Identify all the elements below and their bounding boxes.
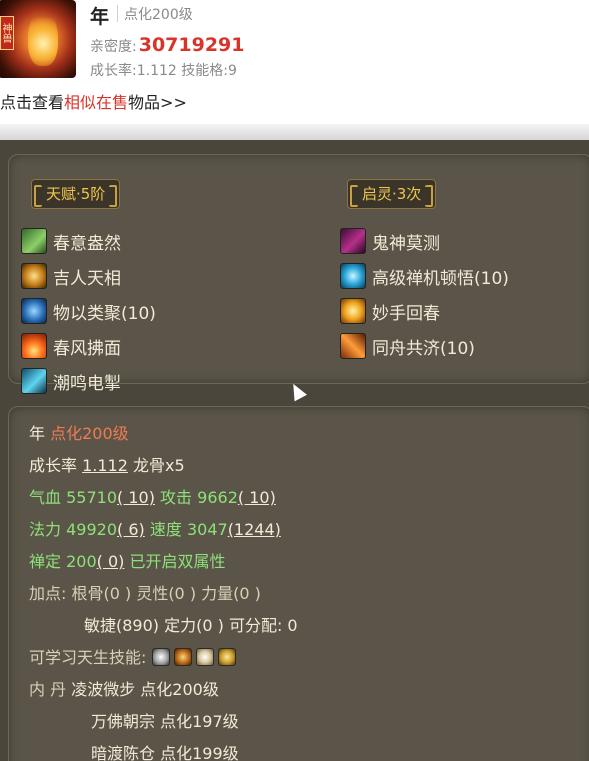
listing-header: 神兽 年 点化200级 亲密度: 30719291 成长率:1.112 技能格:9… bbox=[0, 0, 589, 140]
shared-boat-icon bbox=[340, 333, 366, 359]
growth-label: 成长率 bbox=[29, 456, 78, 475]
chan-value: 200 bbox=[66, 552, 97, 571]
awaken-skill-label: 鬼神莫测 bbox=[372, 233, 440, 254]
mp-value: 49920 bbox=[66, 520, 118, 539]
talent-skill[interactable]: 物以类聚(10) bbox=[21, 297, 156, 325]
talent-skill[interactable]: 吉人天相 bbox=[21, 262, 121, 290]
hp-bonus: ( 10) bbox=[117, 488, 155, 507]
points-row-1: 加点: 根骨(0 ) 灵性(0 ) 力量(0 ) bbox=[29, 584, 261, 603]
hp-atk-row: 气血 55710( 10) 攻击 9662( 10) bbox=[29, 485, 276, 511]
neidan-item: 万佛朝宗 点化197级 bbox=[91, 712, 239, 731]
golden-luck-icon bbox=[21, 263, 47, 289]
section-divider bbox=[0, 124, 589, 140]
talent-skill-label: 物以类聚(10) bbox=[53, 303, 156, 324]
tide-lightning-icon bbox=[21, 368, 47, 394]
chan-bonus: ( 0) bbox=[96, 552, 125, 571]
intimacy-row: 亲密度: 30719291 bbox=[90, 34, 244, 56]
innate-skills-label: 可学习天生技能: bbox=[29, 648, 147, 667]
spring-green-icon bbox=[21, 228, 47, 254]
healing-hand-icon bbox=[340, 298, 366, 324]
spd-label: 速度 bbox=[149, 520, 182, 539]
pet-detail-panel: 天赋·5阶 启灵·3次 春意盎然 吉人天相 物以类聚(10) 春风拂面 潮鸣电掣… bbox=[0, 140, 589, 761]
white-cloud-icon[interactable] bbox=[195, 648, 214, 666]
talent-skill[interactable]: 春意盎然 bbox=[21, 227, 121, 255]
atk-bonus: ( 10) bbox=[237, 488, 276, 507]
chan-label: 禅定 bbox=[29, 552, 62, 571]
stats-box: 年 点化200级 成长率 1.112 龙骨x5 气血 55710( 10) 攻击… bbox=[8, 406, 589, 761]
hp-label: 气血 bbox=[29, 488, 62, 507]
talent-tag: 天赋·5阶 bbox=[31, 179, 121, 209]
talent-box: 天赋·5阶 启灵·3次 春意盎然 吉人天相 物以类聚(10) 春风拂面 潮鸣电掣… bbox=[8, 154, 589, 394]
mp-spd-row: 法力 49920( 6) 速度 3047(1244) bbox=[29, 517, 281, 543]
neidan-item: 暗渡陈仓 点化199级 bbox=[91, 744, 239, 761]
dual-attribute-status: 已开启双属性 bbox=[129, 552, 226, 571]
silver-crest-icon[interactable] bbox=[151, 648, 170, 666]
neidan-item: 凌波微步 点化200级 bbox=[71, 680, 219, 699]
pet-avatar[interactable]: 神兽 bbox=[0, 0, 76, 78]
spd-value: 3047 bbox=[186, 520, 228, 539]
pet-name: 年 bbox=[90, 6, 110, 28]
innate-skills-row: 可学习天生技能: bbox=[29, 645, 240, 671]
intimacy-value: 30719291 bbox=[138, 34, 245, 56]
stats-pet-name: 年 bbox=[29, 424, 46, 443]
similar-prefix: 点击查看 bbox=[0, 93, 65, 112]
growth-value: 1.112 bbox=[82, 456, 128, 475]
pet-level: 点化200级 bbox=[124, 7, 193, 23]
awaken-skill-label: 同舟共济(10) bbox=[372, 338, 475, 359]
golden-statue-icon[interactable] bbox=[217, 648, 236, 666]
spd-bonus: (1244) bbox=[227, 520, 281, 539]
talent-skill-label: 吉人天相 bbox=[53, 268, 121, 289]
flame-icon bbox=[28, 10, 58, 66]
chan-row: 禅定 200( 0) 已开启双属性 bbox=[29, 549, 226, 575]
neidan-label: 内 丹 bbox=[29, 680, 67, 699]
mp-bonus: ( 6) bbox=[117, 520, 145, 539]
hp-value: 55710 bbox=[66, 488, 118, 507]
awaken-skill[interactable]: 同舟共济(10) bbox=[340, 332, 475, 360]
talent-skill[interactable]: 潮鸣电掣 bbox=[21, 367, 121, 395]
golden-claw-icon[interactable] bbox=[173, 648, 192, 666]
atk-value: 9662 bbox=[197, 488, 238, 507]
growth-skill-row: 成长率:1.112 技能格:9 bbox=[90, 63, 237, 79]
awaken-skill[interactable]: 高级禅机顿悟(10) bbox=[340, 262, 509, 290]
stats-title-row: 年 点化200级 bbox=[29, 421, 129, 447]
similar-suffix: 物品>> bbox=[128, 93, 187, 112]
divine-beast-badge: 神兽 bbox=[0, 16, 14, 50]
talent-skill-label: 春意盎然 bbox=[53, 233, 121, 254]
dragon-bone-count: 龙骨x5 bbox=[133, 456, 185, 475]
growth-row: 成长率 1.112 龙骨x5 bbox=[29, 453, 185, 479]
awaken-skill[interactable]: 妙手回春 bbox=[340, 297, 440, 325]
awaken-tag: 启灵·3次 bbox=[347, 179, 437, 209]
atk-label: 攻击 bbox=[160, 488, 193, 507]
talent-skill[interactable]: 春风拂面 bbox=[21, 332, 121, 360]
fire-wind-icon bbox=[21, 333, 47, 359]
awaken-skill-label: 妙手回春 bbox=[372, 303, 440, 324]
talent-skill-label: 潮鸣电掣 bbox=[53, 373, 121, 394]
similar-items-link[interactable]: 点击查看相似在售物品>> bbox=[0, 89, 187, 113]
divider bbox=[117, 5, 118, 22]
blue-orb-icon bbox=[21, 298, 47, 324]
intimacy-label: 亲密度: bbox=[90, 39, 137, 55]
talent-skill-label: 春风拂面 bbox=[53, 338, 121, 359]
zen-rune-icon bbox=[340, 263, 366, 289]
hidden-rune-icon bbox=[340, 228, 366, 254]
similar-highlight[interactable]: 相似在售 bbox=[64, 93, 128, 112]
points-row-2: 敏捷(890) 定力(0 ) 可分配: 0 bbox=[84, 616, 298, 635]
stats-pet-level: 点化200级 bbox=[50, 424, 129, 443]
awaken-skill-label: 高级禅机顿悟(10) bbox=[372, 268, 509, 289]
neidan-row: 内 丹 凌波微步 点化200级 bbox=[29, 677, 219, 703]
awaken-skill[interactable]: 鬼神莫测 bbox=[340, 227, 440, 255]
mp-label: 法力 bbox=[29, 520, 62, 539]
